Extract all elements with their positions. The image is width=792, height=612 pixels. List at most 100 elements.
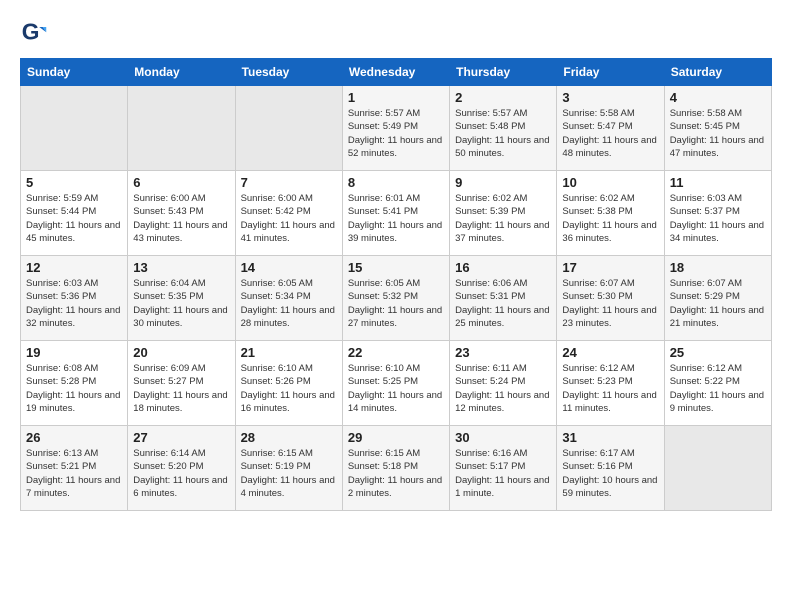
calendar-cell: 16 Sunrise: 6:06 AM Sunset: 5:31 PM Dayli… (450, 256, 557, 341)
day-info: Sunrise: 6:12 AM Sunset: 5:22 PM Dayligh… (670, 362, 766, 415)
calendar-cell: 18Sunrise: 6:07 AM Sunset: 5:29 PM Dayli… (664, 256, 771, 341)
weekday-header-row: SundayMondayTuesdayWednesdayThursdayFrid… (21, 59, 772, 86)
day-info: Sunrise: 6:16 AM Sunset: 5:17 PM Dayligh… (455, 447, 551, 500)
day-number: 14 (241, 260, 337, 275)
day-number: 24 (562, 345, 658, 360)
calendar-cell: 4Sunrise: 5:58 AM Sunset: 5:45 PM Daylig… (664, 86, 771, 171)
calendar-cell: 24 Sunrise: 6:12 AM Sunset: 5:23 PM Dayli… (557, 341, 664, 426)
calendar-cell: 1 Sunrise: 5:57 AM Sunset: 5:49 PM Daylig… (342, 86, 449, 171)
day-number: 12 (26, 260, 122, 275)
day-info: Sunrise: 6:07 AM Sunset: 5:30 PM Dayligh… (562, 277, 658, 330)
week-row-3: 19Sunrise: 6:08 AM Sunset: 5:28 PM Dayli… (21, 341, 772, 426)
day-number: 11 (670, 175, 766, 190)
day-info: Sunrise: 6:02 AM Sunset: 5:39 PM Dayligh… (455, 192, 551, 245)
page: G SundayMondayTuesdayWednesdayThursdayFr… (0, 0, 792, 521)
day-info: Sunrise: 6:03 AM Sunset: 5:37 PM Dayligh… (670, 192, 766, 245)
day-info: Sunrise: 5:59 AM Sunset: 5:44 PM Dayligh… (26, 192, 122, 245)
day-info: Sunrise: 6:05 AM Sunset: 5:32 PM Dayligh… (348, 277, 444, 330)
calendar-cell (128, 86, 235, 171)
day-info: Sunrise: 6:10 AM Sunset: 5:25 PM Dayligh… (348, 362, 444, 415)
day-info: Sunrise: 6:10 AM Sunset: 5:26 PM Dayligh… (241, 362, 337, 415)
day-number: 31 (562, 430, 658, 445)
day-number: 23 (455, 345, 551, 360)
day-number: 18 (670, 260, 766, 275)
calendar-cell: 9 Sunrise: 6:02 AM Sunset: 5:39 PM Daylig… (450, 171, 557, 256)
day-info: Sunrise: 6:13 AM Sunset: 5:21 PM Dayligh… (26, 447, 122, 500)
day-info: Sunrise: 5:58 AM Sunset: 5:47 PM Dayligh… (562, 107, 658, 160)
calendar-cell: 19Sunrise: 6:08 AM Sunset: 5:28 PM Dayli… (21, 341, 128, 426)
day-number: 19 (26, 345, 122, 360)
weekday-header-tuesday: Tuesday (235, 59, 342, 86)
calendar-cell: 25 Sunrise: 6:12 AM Sunset: 5:22 PM Dayli… (664, 341, 771, 426)
calendar-cell: 26 Sunrise: 6:13 AM Sunset: 5:21 PM Dayli… (21, 426, 128, 511)
day-number: 8 (348, 175, 444, 190)
day-number: 25 (670, 345, 766, 360)
calendar-cell: 7Sunrise: 6:00 AM Sunset: 5:42 PM Daylig… (235, 171, 342, 256)
day-info: Sunrise: 5:57 AM Sunset: 5:49 PM Dayligh… (348, 107, 444, 160)
day-number: 4 (670, 90, 766, 105)
day-info: Sunrise: 6:02 AM Sunset: 5:38 PM Dayligh… (562, 192, 658, 245)
day-number: 10 (562, 175, 658, 190)
day-info: Sunrise: 6:12 AM Sunset: 5:23 PM Dayligh… (562, 362, 658, 415)
day-number: 3 (562, 90, 658, 105)
weekday-header-sunday: Sunday (21, 59, 128, 86)
day-number: 17 (562, 260, 658, 275)
day-number: 21 (241, 345, 337, 360)
day-number: 15 (348, 260, 444, 275)
calendar-cell: 21 Sunrise: 6:10 AM Sunset: 5:26 PM Dayli… (235, 341, 342, 426)
weekday-header-saturday: Saturday (664, 59, 771, 86)
calendar-cell: 13 Sunrise: 6:04 AM Sunset: 5:35 PM Dayli… (128, 256, 235, 341)
day-number: 27 (133, 430, 229, 445)
calendar-cell: 3 Sunrise: 5:58 AM Sunset: 5:47 PM Daylig… (557, 86, 664, 171)
day-number: 1 (348, 90, 444, 105)
calendar-cell (664, 426, 771, 511)
calendar-cell: 11 Sunrise: 6:03 AM Sunset: 5:37 PM Dayli… (664, 171, 771, 256)
week-row-1: 5 Sunrise: 5:59 AM Sunset: 5:44 PM Daylig… (21, 171, 772, 256)
calendar-cell: 22 Sunrise: 6:10 AM Sunset: 5:25 PM Dayli… (342, 341, 449, 426)
day-number: 7 (241, 175, 337, 190)
weekday-header-friday: Friday (557, 59, 664, 86)
weekday-header-thursday: Thursday (450, 59, 557, 86)
day-info: Sunrise: 6:06 AM Sunset: 5:31 PM Dayligh… (455, 277, 551, 330)
calendar-cell: 2 Sunrise: 5:57 AM Sunset: 5:48 PM Daylig… (450, 86, 557, 171)
calendar-cell: 23 Sunrise: 6:11 AM Sunset: 5:24 PM Dayli… (450, 341, 557, 426)
day-number: 9 (455, 175, 551, 190)
calendar-cell: 20 Sunrise: 6:09 AM Sunset: 5:27 PM Dayli… (128, 341, 235, 426)
day-number: 13 (133, 260, 229, 275)
weekday-header-monday: Monday (128, 59, 235, 86)
calendar-cell: 8Sunrise: 6:01 AM Sunset: 5:41 PM Daylig… (342, 171, 449, 256)
day-info: Sunrise: 6:04 AM Sunset: 5:35 PM Dayligh… (133, 277, 229, 330)
calendar: SundayMondayTuesdayWednesdayThursdayFrid… (20, 58, 772, 511)
svg-text:G: G (22, 20, 40, 44)
day-info: Sunrise: 6:14 AM Sunset: 5:20 PM Dayligh… (133, 447, 229, 500)
day-info: Sunrise: 6:00 AM Sunset: 5:43 PM Dayligh… (133, 192, 229, 245)
day-number: 5 (26, 175, 122, 190)
day-info: Sunrise: 6:15 AM Sunset: 5:19 PM Dayligh… (241, 447, 337, 500)
week-row-4: 26 Sunrise: 6:13 AM Sunset: 5:21 PM Dayli… (21, 426, 772, 511)
day-info: Sunrise: 5:57 AM Sunset: 5:48 PM Dayligh… (455, 107, 551, 160)
weekday-header-wednesday: Wednesday (342, 59, 449, 86)
calendar-cell: 6Sunrise: 6:00 AM Sunset: 5:43 PM Daylig… (128, 171, 235, 256)
logo: G (20, 20, 52, 48)
calendar-cell: 5 Sunrise: 5:59 AM Sunset: 5:44 PM Daylig… (21, 171, 128, 256)
calendar-cell: 30 Sunrise: 6:16 AM Sunset: 5:17 PM Dayli… (450, 426, 557, 511)
logo-icon: G (20, 20, 48, 48)
day-info: Sunrise: 6:11 AM Sunset: 5:24 PM Dayligh… (455, 362, 551, 415)
day-info: Sunrise: 6:09 AM Sunset: 5:27 PM Dayligh… (133, 362, 229, 415)
day-info: Sunrise: 6:03 AM Sunset: 5:36 PM Dayligh… (26, 277, 122, 330)
day-number: 20 (133, 345, 229, 360)
calendar-cell: 10 Sunrise: 6:02 AM Sunset: 5:38 PM Dayli… (557, 171, 664, 256)
day-number: 16 (455, 260, 551, 275)
day-number: 26 (26, 430, 122, 445)
calendar-cell: 31Sunrise: 6:17 AM Sunset: 5:16 PM Dayli… (557, 426, 664, 511)
day-number: 28 (241, 430, 337, 445)
day-number: 30 (455, 430, 551, 445)
day-info: Sunrise: 6:15 AM Sunset: 5:18 PM Dayligh… (348, 447, 444, 500)
calendar-cell: 12 Sunrise: 6:03 AM Sunset: 5:36 PM Dayli… (21, 256, 128, 341)
day-info: Sunrise: 6:05 AM Sunset: 5:34 PM Dayligh… (241, 277, 337, 330)
calendar-cell: 14 Sunrise: 6:05 AM Sunset: 5:34 PM Dayli… (235, 256, 342, 341)
day-number: 2 (455, 90, 551, 105)
day-number: 22 (348, 345, 444, 360)
calendar-cell: 28 Sunrise: 6:15 AM Sunset: 5:19 PM Dayli… (235, 426, 342, 511)
week-row-0: 1 Sunrise: 5:57 AM Sunset: 5:49 PM Daylig… (21, 86, 772, 171)
